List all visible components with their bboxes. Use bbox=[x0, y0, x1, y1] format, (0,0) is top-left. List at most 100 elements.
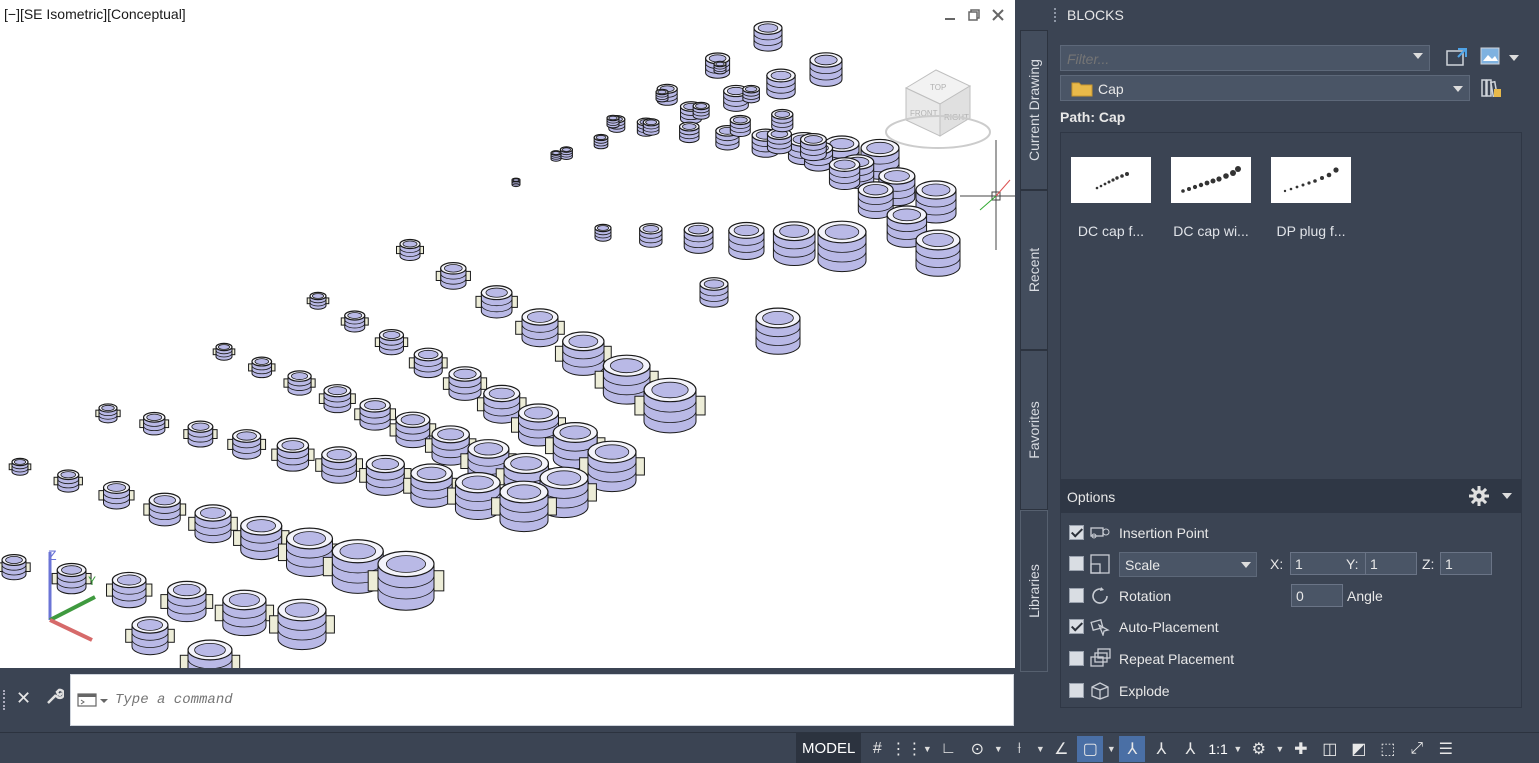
model-part[interactable] bbox=[755, 307, 801, 355]
chevron-down-icon[interactable] bbox=[1509, 55, 1519, 61]
model-part[interactable] bbox=[550, 150, 562, 162]
chevron-down-icon[interactable]: ▼ bbox=[1035, 744, 1045, 754]
ortho-icon[interactable]: ∟ bbox=[935, 736, 961, 762]
chevron-down-icon[interactable]: ▼ bbox=[1275, 744, 1285, 754]
option-auto-placement[interactable]: Auto-Placement bbox=[1069, 615, 1519, 639]
isodraft-icon[interactable]: ⟊ bbox=[1006, 736, 1032, 762]
model-part[interactable] bbox=[442, 366, 488, 401]
model-part[interactable] bbox=[125, 616, 175, 656]
hardware-acceleration-icon[interactable]: ◩ bbox=[1346, 736, 1372, 762]
model-part[interactable] bbox=[269, 598, 335, 651]
minimize-icon[interactable] bbox=[941, 6, 959, 24]
command-input[interactable] bbox=[115, 688, 995, 712]
option-repeat-placement[interactable]: Repeat Placement bbox=[1069, 647, 1519, 671]
rotation-angle-field[interactable] bbox=[1291, 584, 1343, 607]
close-icon[interactable] bbox=[989, 6, 1007, 24]
model-part[interactable] bbox=[772, 221, 816, 267]
model-part[interactable] bbox=[593, 133, 609, 150]
model-part[interactable] bbox=[214, 589, 275, 637]
option-insertion-point[interactable]: Insertion Point bbox=[1069, 521, 1519, 545]
plus-icon[interactable]: ✚ bbox=[1288, 736, 1314, 762]
model-part[interactable] bbox=[188, 504, 238, 544]
rotation-angle-input[interactable] bbox=[1292, 585, 1342, 606]
model-part[interactable] bbox=[53, 469, 83, 493]
options-header[interactable]: Options bbox=[1060, 480, 1522, 512]
chevron-down-icon[interactable]: ▼ bbox=[922, 744, 932, 754]
option-explode[interactable]: Explode bbox=[1069, 679, 1519, 703]
block-thumbnail[interactable] bbox=[1271, 157, 1351, 203]
model-part[interactable] bbox=[642, 118, 660, 136]
model-part[interactable] bbox=[227, 429, 267, 460]
model-part[interactable] bbox=[8, 457, 32, 476]
model-scene[interactable]: Z Y TOP FRONT RIGHT bbox=[0, 0, 1015, 668]
scale-z-field[interactable] bbox=[1440, 552, 1492, 575]
object-snap-tracking-icon[interactable]: ∠ bbox=[1048, 736, 1074, 762]
library-browse-icon[interactable] bbox=[1480, 77, 1502, 104]
chevron-down-icon[interactable] bbox=[1502, 493, 1512, 499]
model-part[interactable] bbox=[683, 222, 714, 254]
viewport-label[interactable]: [−][SE Isometric][Conceptual] bbox=[4, 6, 186, 22]
block-thumbnail[interactable] bbox=[1071, 157, 1151, 203]
model-part[interactable] bbox=[766, 68, 796, 100]
model-part[interactable] bbox=[594, 223, 612, 242]
model-part[interactable] bbox=[771, 108, 794, 133]
model-part[interactable] bbox=[374, 329, 409, 356]
thumbnail-view-icon[interactable] bbox=[1480, 47, 1500, 70]
rotation-checkbox[interactable] bbox=[1069, 588, 1084, 603]
model-part[interactable] bbox=[699, 277, 729, 308]
scale-mode-select[interactable]: Scale bbox=[1119, 552, 1257, 577]
block-gallery[interactable]: DC cap f... DC cap wi... DP plug f... bbox=[1060, 132, 1522, 480]
model-part[interactable] bbox=[315, 446, 364, 484]
model-part[interactable] bbox=[139, 411, 170, 436]
menu-icon[interactable]: ☰ bbox=[1433, 736, 1459, 762]
grid-icon[interactable]: # bbox=[864, 736, 890, 762]
option-rotation[interactable]: Rotation Angle bbox=[1069, 584, 1519, 608]
model-part[interactable] bbox=[559, 146, 574, 160]
model-space-button[interactable]: MODEL bbox=[796, 733, 862, 763]
model-part[interactable] bbox=[475, 285, 518, 319]
model-part[interactable] bbox=[638, 223, 663, 248]
clean-screen-icon[interactable]: ⬚ bbox=[1375, 736, 1401, 762]
chevron-down-icon[interactable] bbox=[1453, 86, 1463, 92]
chevron-down-icon[interactable]: ▼ bbox=[993, 744, 1003, 754]
insertion-point-checkbox[interactable] bbox=[1069, 525, 1084, 540]
auto-scale-icon[interactable]: ⅄ bbox=[1148, 736, 1174, 762]
scale-y-field[interactable] bbox=[1365, 552, 1417, 575]
model-part[interactable] bbox=[0, 553, 31, 581]
command-box[interactable] bbox=[70, 674, 1014, 726]
viewcube[interactable]: TOP FRONT RIGHT bbox=[885, 69, 991, 149]
import-blocks-icon[interactable] bbox=[1446, 47, 1468, 72]
model-part[interactable] bbox=[606, 114, 620, 129]
close-icon[interactable]: ✕ bbox=[16, 688, 31, 709]
library-folder-dropdown[interactable]: Cap bbox=[1060, 75, 1470, 101]
model-part[interactable] bbox=[828, 157, 861, 190]
isolate-objects-icon[interactable]: ◫ bbox=[1317, 736, 1343, 762]
viewcube-top-label[interactable]: TOP bbox=[930, 83, 946, 92]
model-part[interactable] bbox=[367, 550, 445, 611]
model-part[interactable] bbox=[283, 370, 316, 396]
explode-checkbox[interactable] bbox=[1069, 683, 1084, 698]
filter-dropdown[interactable] bbox=[1060, 45, 1430, 71]
repeat-placement-checkbox[interactable] bbox=[1069, 651, 1084, 666]
scale-y-input[interactable] bbox=[1366, 553, 1416, 574]
chevron-down-icon[interactable]: ▼ bbox=[1233, 744, 1243, 754]
model-part[interactable] bbox=[655, 88, 669, 103]
model-part[interactable] bbox=[306, 291, 330, 310]
scale-z-input[interactable] bbox=[1441, 553, 1491, 574]
tab-libraries[interactable]: Libraries bbox=[1020, 510, 1048, 672]
model-part[interactable] bbox=[183, 420, 218, 448]
drawing-viewport[interactable]: Z Y TOP FRONT RIGHT [−][SE Isometric][Co… bbox=[0, 0, 1015, 668]
model-part[interactable] bbox=[51, 562, 92, 595]
polar-tracking-icon[interactable]: ⊙ bbox=[964, 736, 990, 762]
model-part[interactable] bbox=[435, 262, 471, 290]
annotation-visibility-icon[interactable]: ⅄ bbox=[1119, 735, 1146, 762]
annotation-scale-icon[interactable]: ⅄ bbox=[1177, 736, 1203, 762]
model-part[interactable] bbox=[143, 492, 187, 527]
model-part[interactable] bbox=[271, 437, 315, 472]
model-part[interactable] bbox=[728, 221, 765, 260]
model-part[interactable] bbox=[742, 84, 761, 104]
blocks-palette-titlebar[interactable]: BLOCKS bbox=[1048, 0, 1539, 30]
model-part[interactable] bbox=[678, 121, 700, 144]
model-part[interactable] bbox=[318, 384, 356, 414]
tab-current-drawing[interactable]: Current Drawing bbox=[1020, 30, 1048, 190]
